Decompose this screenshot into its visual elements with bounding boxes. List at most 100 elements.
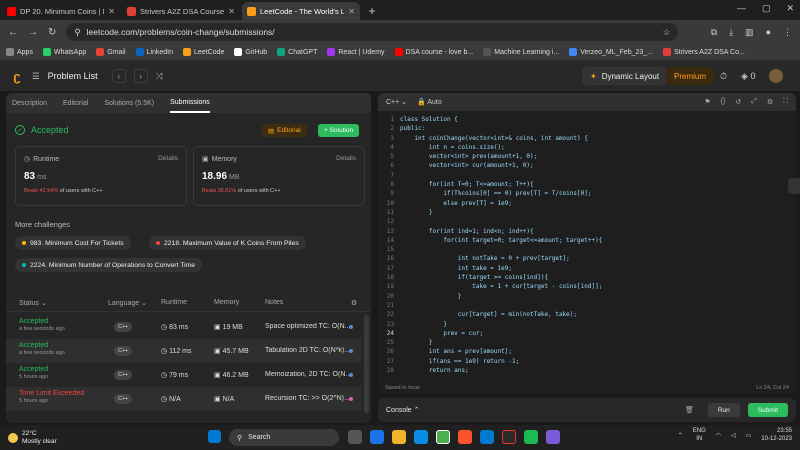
prev-problem-icon[interactable]: ‹ bbox=[111, 69, 126, 83]
run-button[interactable]: Run bbox=[707, 403, 740, 417]
taskview-icon[interactable] bbox=[348, 430, 362, 444]
bookmark-icon[interactable]: ⚑ bbox=[704, 98, 710, 106]
editorial-button[interactable]: ▤ Editorial bbox=[262, 124, 307, 137]
list-icon[interactable]: ☰ bbox=[32, 71, 40, 82]
bookmark-item[interactable]: DSA course - love b... bbox=[394, 48, 473, 56]
chrome-icon[interactable] bbox=[436, 430, 450, 444]
tab-submissions[interactable]: Submissions bbox=[170, 93, 210, 113]
minimize-icon[interactable]: — bbox=[737, 3, 746, 14]
spotify-icon[interactable] bbox=[524, 430, 538, 444]
memory-card[interactable]: ▣ Memory Details 18.96 MB Beats 36.81% of … bbox=[193, 146, 365, 206]
dynamic-layout-button[interactable]: ✦ Dynamic Layout bbox=[582, 67, 668, 85]
solution-button[interactable]: + Solution bbox=[318, 124, 360, 137]
bookmark-item[interactable]: Verzeo_ML_Feb_23_... bbox=[569, 48, 653, 56]
discord-icon[interactable] bbox=[546, 430, 560, 444]
vscode-icon[interactable] bbox=[480, 430, 494, 444]
sidepanel-icon[interactable]: ▥ bbox=[745, 27, 754, 38]
table-row[interactable]: Accepted a few seconds ago C++ ◷ 83 ms ▣ 19 … bbox=[6, 315, 361, 339]
battery-icon[interactable]: ▭ bbox=[746, 432, 752, 439]
close-icon[interactable]: ✕ bbox=[108, 7, 115, 16]
app-icon[interactable] bbox=[502, 430, 516, 444]
new-tab-button[interactable]: + bbox=[364, 3, 380, 19]
premium-button[interactable]: Premium bbox=[666, 67, 715, 85]
submission-status[interactable]: Time Limit Exceeded 5 hours ago bbox=[19, 390, 84, 404]
edge-icon[interactable] bbox=[414, 430, 428, 444]
language-indicator[interactable]: ENG IN bbox=[693, 427, 706, 443]
profile-icon[interactable]: ● bbox=[766, 27, 771, 38]
language-select[interactable]: C++ ⌄ bbox=[386, 98, 407, 106]
close-window-icon[interactable]: ✕ bbox=[786, 3, 794, 14]
challenge-chip[interactable]: 2224. Minimum Number of Operations to Co… bbox=[15, 258, 203, 272]
settings-icon[interactable]: ⚙ bbox=[767, 98, 773, 106]
table-row[interactable]: Time Limit Exceeded 5 hours ago C++ ◷ N/A ▣ … bbox=[6, 387, 361, 411]
console-toggle[interactable]: Console ⌃ bbox=[386, 406, 420, 414]
bookmark-item[interactable]: Apps bbox=[6, 48, 33, 56]
weather-widget[interactable]: 22°C Mostly clear bbox=[8, 430, 57, 446]
shuffle-icon[interactable]: ⤨ bbox=[156, 71, 163, 82]
submission-status[interactable]: Accepted 5 hours ago bbox=[19, 366, 48, 380]
bookmark-item[interactable]: ChatGPT bbox=[277, 48, 317, 56]
challenge-chip[interactable]: 983. Minimum Cost For Tickets bbox=[15, 236, 131, 250]
tab-description[interactable]: Description bbox=[12, 100, 47, 107]
submit-button[interactable]: Submit bbox=[747, 403, 788, 417]
browser-tab-dp20[interactable]: DP 20. Minimum Coins | DP ✕ bbox=[2, 2, 120, 20]
settings-icon[interactable]: ⚙ bbox=[351, 299, 357, 307]
note-cell[interactable]: Recursion TC: >> O(2^N)... bbox=[265, 395, 357, 402]
reset-icon[interactable]: ↺ bbox=[735, 98, 741, 106]
table-row[interactable]: Accepted 5 hours ago C++ ◷ 79 ms ▣ 46.2 MB Me… bbox=[6, 363, 361, 387]
brave-icon[interactable] bbox=[458, 430, 472, 444]
reload-icon[interactable]: ↻ bbox=[48, 27, 56, 38]
memory-details-link[interactable]: Details bbox=[336, 155, 356, 162]
problem-list-link[interactable]: Problem List bbox=[48, 71, 98, 81]
close-icon[interactable]: ✕ bbox=[228, 7, 235, 16]
tab-solutions[interactable]: Solutions (5.5K) bbox=[104, 100, 154, 107]
mail-icon[interactable] bbox=[370, 430, 384, 444]
bookmark-item[interactable]: React | Udemy bbox=[327, 48, 385, 56]
maximize-icon[interactable]: ▢ bbox=[762, 3, 771, 14]
submission-status[interactable]: Accepted a few seconds ago bbox=[19, 318, 65, 332]
back-icon[interactable]: ← bbox=[8, 27, 18, 38]
challenge-chip[interactable]: 2218. Maximum Value of K Coins From Pile… bbox=[149, 236, 306, 250]
col-language[interactable]: Language ⌄ bbox=[108, 299, 147, 307]
braces-icon[interactable]: {} bbox=[721, 98, 726, 106]
extensions-icon[interactable]: ⧉ bbox=[711, 27, 717, 38]
url-input[interactable]: ⚲ leetcode.com/problems/coin-change/subm… bbox=[66, 23, 679, 41]
volume-icon[interactable]: ◁ bbox=[731, 432, 736, 439]
star-icon[interactable]: ☆ bbox=[663, 27, 671, 38]
note-cell[interactable]: Tabulation 2D TC: O(N*k)... bbox=[265, 347, 357, 354]
site-info-icon[interactable]: ⚲ bbox=[74, 27, 80, 38]
timer-icon[interactable]: ⏱ bbox=[720, 71, 727, 82]
browser-tab-strivers[interactable]: Strivers A2Z DSA Course/Sheet ✕ bbox=[122, 2, 240, 20]
avatar[interactable] bbox=[769, 69, 784, 83]
submission-status[interactable]: Accepted a few seconds ago bbox=[19, 342, 65, 356]
scrollbar[interactable] bbox=[364, 315, 369, 413]
table-row[interactable]: Accepted a few seconds ago C++ ◷ 112 ms ▣ 45… bbox=[6, 339, 361, 363]
coins-icon[interactable]: ◈ 0 bbox=[741, 71, 755, 82]
runtime-card[interactable]: ◷ Runtime Details 83 ms Beats 42.54% of us… bbox=[15, 146, 187, 206]
note-cell[interactable]: Space optimized TC: O(N... bbox=[265, 323, 357, 330]
forward-icon[interactable]: → bbox=[28, 27, 38, 38]
tab-editorial[interactable]: Editorial bbox=[63, 100, 88, 107]
col-status[interactable]: Status ⌄ bbox=[19, 299, 47, 307]
file-explorer-icon[interactable] bbox=[392, 430, 406, 444]
trash-icon[interactable]: 🗑 bbox=[685, 406, 694, 414]
wifi-icon[interactable]: ◠ bbox=[716, 432, 721, 439]
bookmark-item[interactable]: WhatsApp bbox=[42, 48, 86, 56]
bookmark-item[interactable]: LinkedIn bbox=[135, 48, 173, 56]
close-icon[interactable]: ✕ bbox=[348, 7, 355, 16]
expand-icon[interactable]: ⛶ bbox=[783, 98, 788, 106]
menu-icon[interactable]: ⋮ bbox=[783, 27, 792, 38]
bookmark-item[interactable]: Machine Learning i... bbox=[483, 48, 559, 56]
autocomplete-toggle[interactable]: 🔒 Auto bbox=[417, 98, 442, 106]
code-area[interactable]: 1 class Solution {2 public: 3 int coinChang… bbox=[378, 115, 796, 375]
bookmark-item[interactable]: GitHub bbox=[234, 48, 267, 56]
downloads-icon[interactable]: ⤓ bbox=[729, 27, 733, 38]
runtime-details-link[interactable]: Details bbox=[158, 155, 178, 162]
next-problem-icon[interactable]: › bbox=[133, 69, 148, 83]
leetcode-logo[interactable]: ʗ bbox=[10, 69, 24, 84]
bookmark-item[interactable]: Strivers A2Z DSA Co... bbox=[663, 48, 745, 56]
note-cell[interactable]: Memoization, 2D TC: O(N... bbox=[265, 371, 357, 378]
bookmark-item[interactable]: LeetCode bbox=[183, 48, 224, 56]
bookmark-item[interactable]: Gmail bbox=[96, 48, 126, 56]
chevron-up-icon[interactable]: ⌃ bbox=[678, 432, 683, 439]
